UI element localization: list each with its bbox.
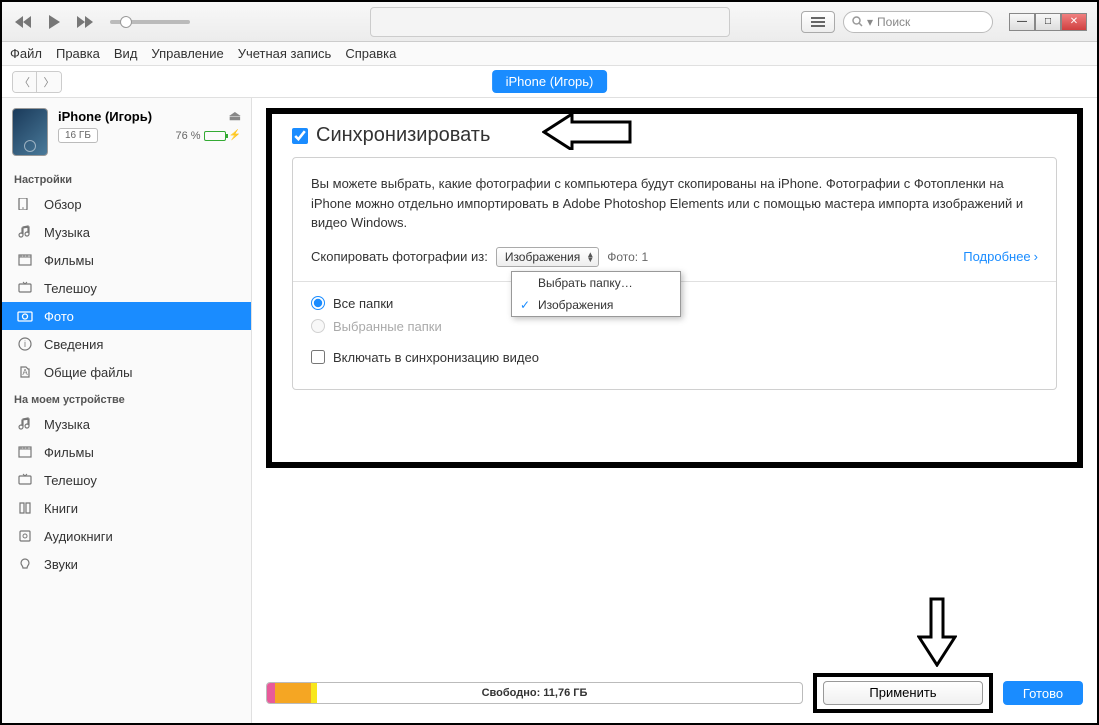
sync-title: Синхронизировать xyxy=(316,124,490,147)
storage-segment xyxy=(275,683,311,703)
volume-slider[interactable] xyxy=(110,20,190,24)
dropdown-option-choose-folder[interactable]: Выбрать папку… xyxy=(512,272,680,294)
audiobooks-icon xyxy=(16,527,34,545)
sidebar-settings-title: Настройки xyxy=(2,166,251,190)
storage-badge: 16 ГБ xyxy=(58,128,98,143)
sidebar-ondevice-movies[interactable]: Фильмы xyxy=(2,438,251,466)
sidebar-item-info[interactable]: i Сведения xyxy=(2,330,251,358)
menu-view[interactable]: Вид xyxy=(114,46,138,61)
sharedfiles-icon: A xyxy=(16,363,34,381)
annotation-arrow-down-icon xyxy=(917,597,957,667)
nav-arrows: 〈 〉 xyxy=(12,71,62,93)
sidebar-item-overview[interactable]: Обзор xyxy=(2,190,251,218)
done-button[interactable]: Готово xyxy=(1003,681,1083,705)
device-name: iPhone (Игорь) xyxy=(58,109,152,124)
sidebar-ondevice-audiobooks[interactable]: Аудиокниги xyxy=(2,522,251,550)
music-icon xyxy=(16,415,34,433)
nav-forward-button[interactable]: 〉 xyxy=(37,72,61,92)
sidebar: iPhone (Игорь) ⏏ 16 ГБ 76 % ⚡ Настройки … xyxy=(2,98,252,723)
window-controls: — □ ✕ xyxy=(1009,13,1087,31)
menu-file[interactable]: Файл xyxy=(10,46,42,61)
sync-header: Синхронизировать xyxy=(292,124,1057,147)
sidebar-item-sharedfiles[interactable]: A Общие файлы xyxy=(2,358,251,386)
now-playing-display xyxy=(370,7,730,37)
free-space-label: Свободно: 11,76 ГБ xyxy=(482,687,588,699)
source-dropdown[interactable]: Изображения ▲▼ xyxy=(496,247,599,267)
previous-track-button[interactable] xyxy=(12,10,36,34)
info-icon: i xyxy=(16,335,34,353)
minimize-button[interactable]: — xyxy=(1009,13,1035,31)
storage-segment xyxy=(311,683,317,703)
include-video-checkbox[interactable] xyxy=(311,350,325,364)
apply-button[interactable]: Применить xyxy=(823,681,983,705)
svg-text:A: A xyxy=(22,368,28,377)
books-icon xyxy=(16,499,34,517)
overview-icon xyxy=(16,195,34,213)
photo-count: Фото: 1 xyxy=(607,250,648,264)
device-tab-row: 〈 〉 iPhone (Игорь) xyxy=(2,66,1097,98)
menu-account[interactable]: Учетная запись xyxy=(238,46,332,61)
sync-section-highlight: Синхронизировать Вы можете выбрать, каки… xyxy=(266,108,1083,468)
play-button[interactable] xyxy=(42,10,66,34)
annotation-arrow-icon xyxy=(542,114,632,150)
chevron-right-icon: › xyxy=(1034,249,1038,264)
close-button[interactable]: ✕ xyxy=(1061,13,1087,31)
tvshows-icon xyxy=(16,279,34,297)
sidebar-ondevice-music[interactable]: Музыка xyxy=(2,410,251,438)
source-dropdown-menu: Выбрать папку… Изображения xyxy=(511,271,681,317)
sidebar-item-music[interactable]: Музыка xyxy=(2,218,251,246)
sidebar-item-tvshows[interactable]: Телешоу xyxy=(2,274,251,302)
sidebar-item-photos[interactable]: Фото xyxy=(2,302,251,330)
menu-bar: Файл Правка Вид Управление Учетная запис… xyxy=(2,42,1097,66)
battery-status: 76 % ⚡ xyxy=(175,130,241,142)
copy-from-label: Скопировать фотографии из: xyxy=(311,249,488,264)
sidebar-item-movies[interactable]: Фильмы xyxy=(2,246,251,274)
maximize-button[interactable]: □ xyxy=(1035,13,1061,31)
sync-options-box: Вы можете выбрать, какие фотографии с ко… xyxy=(292,157,1057,390)
copy-from-row: Скопировать фотографии из: Изображения ▲… xyxy=(311,247,1038,267)
include-video-row[interactable]: Включать в синхронизацию видео xyxy=(311,350,1038,365)
sync-checkbox[interactable] xyxy=(292,128,308,144)
search-placeholder: Поиск xyxy=(877,15,910,29)
sounds-icon xyxy=(16,555,34,573)
list-view-button[interactable] xyxy=(801,11,835,33)
menu-controls[interactable]: Управление xyxy=(151,46,223,61)
storage-usage-bar: Свободно: 11,76 ГБ xyxy=(266,682,803,704)
search-input[interactable]: ▾ Поиск xyxy=(843,11,993,33)
top-toolbar: ▾ Поиск — □ ✕ xyxy=(2,2,1097,42)
menu-help[interactable]: Справка xyxy=(345,46,396,61)
movies-icon xyxy=(16,251,34,269)
device-tab[interactable]: iPhone (Игорь) xyxy=(492,70,608,93)
radio-selected-folders: Выбранные папки xyxy=(311,319,1038,334)
sidebar-ondevice-tvshows[interactable]: Телешоу xyxy=(2,466,251,494)
sidebar-ondevice-books[interactable]: Книги xyxy=(2,494,251,522)
sidebar-ondevice-sounds[interactable]: Звуки xyxy=(2,550,251,578)
battery-icon xyxy=(204,131,226,141)
tvshows-icon xyxy=(16,471,34,489)
eject-icon[interactable]: ⏏ xyxy=(229,108,241,124)
chevron-updown-icon: ▲▼ xyxy=(586,252,594,262)
nav-back-button[interactable]: 〈 xyxy=(13,72,37,92)
dropdown-option-pictures[interactable]: Изображения xyxy=(512,294,680,316)
content-area: Синхронизировать Вы можете выбрать, каки… xyxy=(252,98,1097,723)
search-icon xyxy=(852,16,863,27)
playback-controls xyxy=(12,10,190,34)
sync-description: Вы можете выбрать, какие фотографии с ко… xyxy=(311,174,1038,233)
radio-selected-input xyxy=(311,319,325,333)
next-track-button[interactable] xyxy=(72,10,96,34)
menu-edit[interactable]: Правка xyxy=(56,46,100,61)
more-link[interactable]: Подробнее › xyxy=(963,249,1038,264)
apply-button-highlight: Применить xyxy=(813,673,993,713)
photos-icon xyxy=(16,307,34,325)
radio-all-input[interactable] xyxy=(311,296,325,310)
svg-text:i: i xyxy=(24,339,26,349)
bottom-bar: Свободно: 11,76 ГБ Применить Готово xyxy=(266,673,1083,713)
movies-icon xyxy=(16,443,34,461)
device-thumbnail-icon xyxy=(12,108,48,156)
music-icon xyxy=(16,223,34,241)
device-header: iPhone (Игорь) ⏏ 16 ГБ 76 % ⚡ xyxy=(2,98,251,166)
sidebar-ondevice-title: На моем устройстве xyxy=(2,386,251,410)
storage-segment xyxy=(267,683,275,703)
